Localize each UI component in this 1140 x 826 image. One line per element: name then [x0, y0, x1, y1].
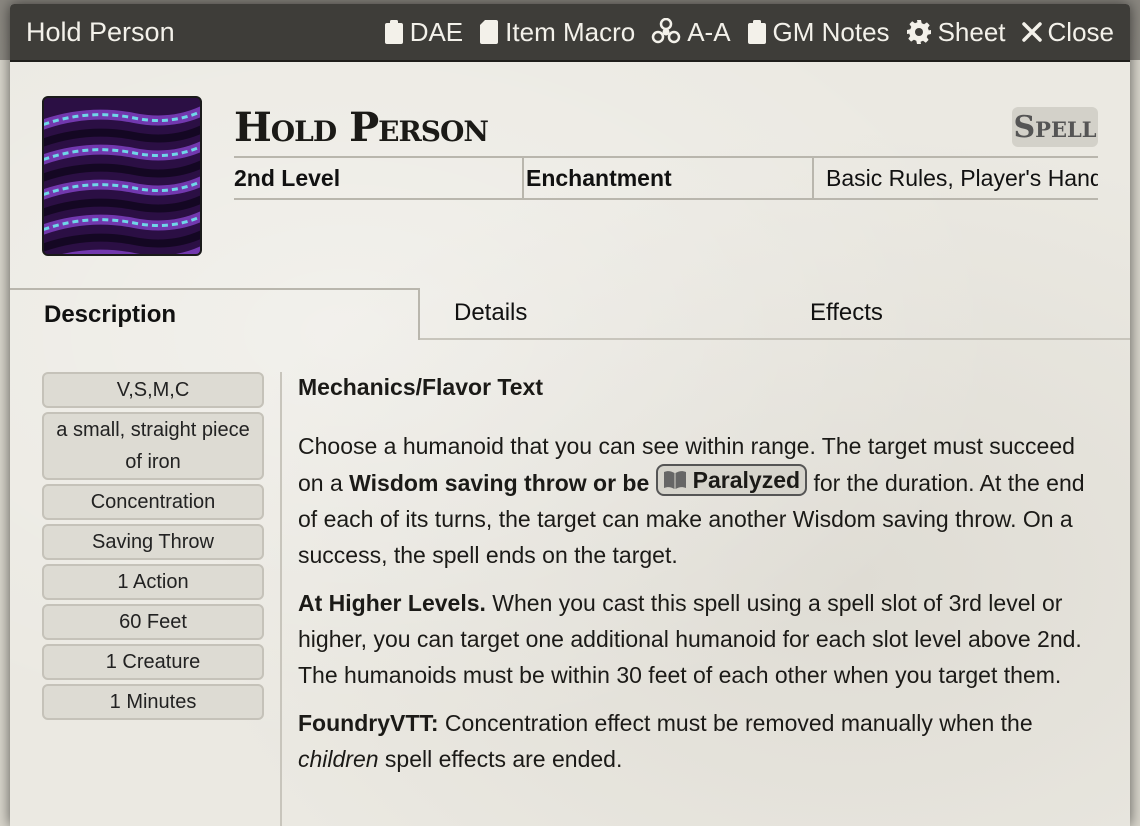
item-type-badge: Spell — [1012, 107, 1098, 147]
spell-image[interactable] — [42, 96, 202, 256]
prop-materials: a small, straight piece of iron — [42, 412, 264, 480]
prop-activation: 1 Action — [42, 564, 264, 600]
sheet-config-button[interactable]: Sheet — [906, 17, 1006, 48]
item-name[interactable]: Hold Person — [234, 104, 489, 151]
a-a-button[interactable]: A-A — [651, 16, 731, 48]
close-icon — [1021, 22, 1042, 42]
item-macro-button[interactable]: Item Macro — [479, 17, 635, 48]
window-title: Hold Person — [26, 16, 175, 47]
sheet-config-button-label: Sheet — [937, 16, 1006, 47]
description-paragraph-1: Choose a humanoid that you can see withi… — [298, 433, 1085, 568]
biohazard-icon — [651, 18, 681, 44]
sd-card-icon — [480, 20, 499, 44]
gm-notes-button[interactable]: GM Notes — [747, 17, 890, 48]
dae-button[interactable]: DAE — [384, 17, 463, 48]
close-button-label: Close — [1047, 16, 1114, 47]
gear-icon — [906, 20, 931, 44]
column-divider — [280, 372, 282, 826]
item-sheet-window: Hold Person DAE Item Macro A-A GM Notes … — [10, 4, 1130, 826]
prop-action-type: Saving Throw — [42, 524, 264, 560]
prop-target: 1 Creature — [42, 644, 264, 680]
spell-description[interactable]: Mechanics/Flavor Text Choose a humanoid … — [298, 370, 1098, 789]
tab-effects[interactable]: Effects — [776, 288, 1130, 340]
clipboard-icon — [747, 20, 766, 44]
window-titlebar[interactable]: Hold Person DAE Item Macro A-A GM Notes … — [10, 4, 1130, 62]
close-button[interactable]: Close — [1021, 16, 1114, 48]
tab-description[interactable]: Description — [10, 288, 420, 340]
spell-properties: V,S,M,C a small, straight piece of iron … — [42, 372, 264, 724]
spell-image-art — [44, 98, 200, 254]
spell-source[interactable]: Basic Rules, Player's Handbook — [812, 158, 1098, 198]
spell-school: Enchantment — [522, 158, 812, 198]
prop-range: 60 Feet — [42, 604, 264, 640]
description-paragraph-3: FoundryVTT: Concentration effect must be… — [298, 710, 1033, 772]
dae-button-label: DAE — [409, 16, 464, 47]
item-macro-button-label: Item Macro — [505, 16, 636, 47]
sheet-tabs: Description Details Effects — [10, 288, 1130, 340]
tab-details[interactable]: Details — [420, 288, 776, 340]
gm-notes-button-label: GM Notes — [772, 16, 890, 47]
paralyzed-condition-link[interactable]: Paralyzed — [655, 464, 808, 496]
description-heading: Mechanics/Flavor Text — [298, 374, 543, 400]
spell-level: 2nd Level — [234, 164, 341, 191]
item-summary: 2nd Level Enchantment Basic Rules, Playe… — [234, 156, 1098, 200]
prop-duration: 1 Minutes — [42, 684, 264, 720]
prop-concentration: Concentration — [42, 484, 264, 520]
description-paragraph-2: At Higher Levels. When you cast this spe… — [298, 590, 1082, 688]
prop-components: V,S,M,C — [42, 372, 264, 408]
book-icon — [663, 471, 686, 489]
a-a-button-label: A-A — [687, 16, 731, 47]
clipboard-icon — [384, 20, 403, 44]
